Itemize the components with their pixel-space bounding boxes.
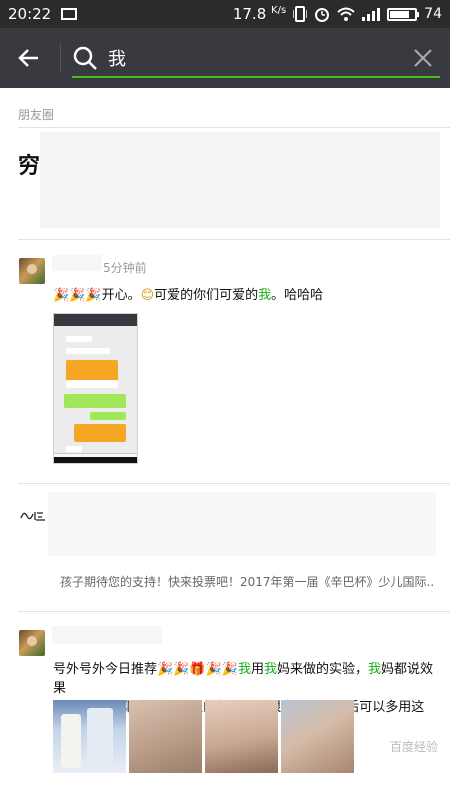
post-photo[interactable]	[205, 700, 278, 773]
search-icon	[72, 45, 108, 71]
post-photo[interactable]	[53, 700, 126, 773]
gift-emoji-icon: 🎉🎉🎁🎉🎉	[157, 662, 238, 677]
search-header	[0, 28, 450, 88]
signal-icon	[362, 7, 381, 21]
section-label-moments: 朋友圈	[18, 108, 55, 122]
avatar[interactable]	[19, 630, 45, 656]
wifi-icon	[337, 7, 355, 21]
post-photo[interactable]	[129, 700, 202, 773]
battery-level: 74	[424, 6, 442, 22]
divider	[18, 127, 450, 128]
alarm-icon	[315, 8, 330, 22]
divider	[18, 483, 450, 484]
post-image[interactable]	[53, 313, 138, 464]
blurred-content	[40, 132, 440, 228]
post-time: 5分钟前	[103, 261, 147, 275]
search-input[interactable]	[108, 47, 406, 69]
back-arrow-icon	[18, 49, 38, 67]
status-time: 20:22	[8, 5, 52, 23]
party-emoji-icon: 🎉🎉🎉	[53, 288, 102, 303]
logo-icon	[20, 512, 45, 521]
header-divider	[60, 44, 61, 72]
link-title: 孩子期待您的支持！快来投票吧！2017年第一届《辛巴杯》少儿国际...	[60, 575, 434, 589]
blurred-content	[48, 492, 436, 556]
vibrate-icon	[293, 6, 308, 22]
link-row[interactable]: 孩子期待您的支持！快来投票吧！2017年第一届《辛巴杯》少儿国际...	[54, 573, 434, 590]
smile-emoji-icon: 😊	[140, 288, 155, 303]
battery-icon	[387, 7, 420, 21]
back-button[interactable]	[0, 28, 58, 88]
search-box[interactable]	[72, 40, 440, 78]
clear-button[interactable]	[406, 48, 440, 68]
close-icon	[414, 49, 432, 67]
blurred-username	[52, 626, 162, 644]
network-speed: 17.8 K/s	[232, 5, 287, 23]
avatar[interactable]	[19, 258, 45, 284]
divider	[18, 239, 450, 240]
post-photo[interactable]	[281, 700, 354, 773]
status-bar: 20:22 17.8 K/s 74	[0, 0, 450, 28]
blurred-username	[52, 255, 102, 271]
divider	[18, 611, 450, 612]
image-notification-icon	[61, 8, 78, 20]
top-result-text[interactable]: 穷	[18, 148, 40, 180]
post-text[interactable]: 🎉🎉🎉开心。😊可爱的你们可爱的我。哈哈哈	[53, 286, 323, 305]
watermark: 百度经验	[389, 740, 438, 754]
